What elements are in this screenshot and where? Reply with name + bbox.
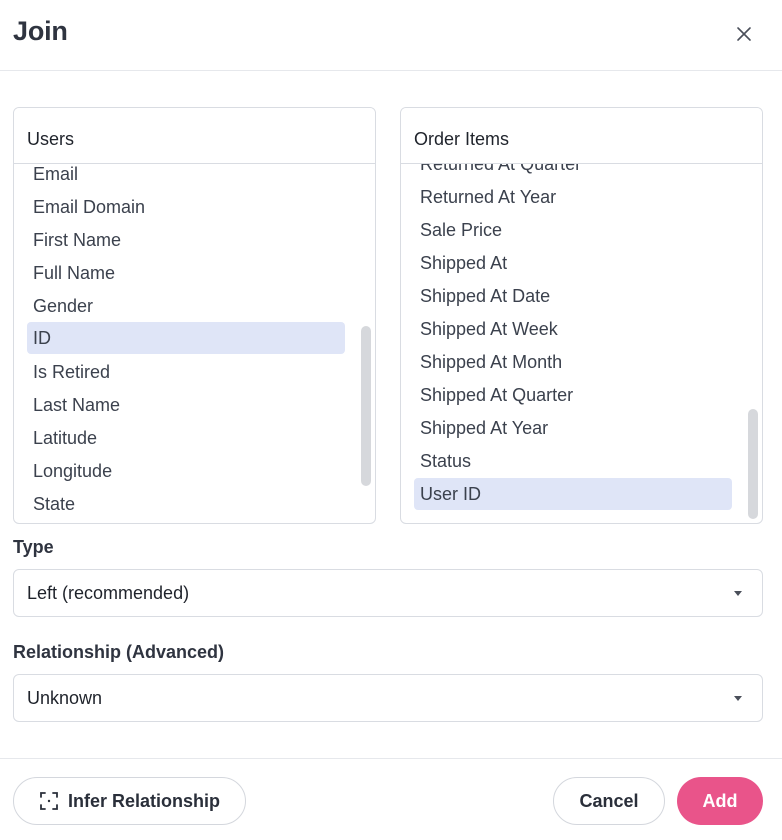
caret-down-icon [734,696,742,701]
left-table-title: Users [27,129,75,149]
field-item-is-retired[interactable]: Is Retired [27,356,345,388]
close-icon[interactable] [732,22,756,46]
field-item-shipped-at[interactable]: Shipped At [414,247,732,279]
dialog-title: Join [13,16,68,46]
infer-relationship-label: Infer Relationship [67,790,220,811]
right-field-list[interactable]: Returned At Quarter Returned At Year Sal… [401,164,762,523]
right-list-scrollbar[interactable] [748,409,758,519]
field-item-first-name[interactable]: First Name [27,224,345,256]
field-item-id[interactable]: ID [27,322,345,354]
field-item-email-domain[interactable]: Email Domain [27,191,345,223]
cancel-button[interactable]: Cancel [553,777,665,825]
field-item-shipped-at-quarter[interactable]: Shipped At Quarter [414,379,732,411]
infer-relationship-button[interactable]: Infer Relationship [13,777,246,825]
field-item-shipped-at-year[interactable]: Shipped At Year [414,412,732,444]
field-item-longitude[interactable]: Longitude [27,455,345,487]
left-table-header: Users [14,108,375,164]
right-table-panel: Order Items Returned At Quarter Returned… [400,107,763,524]
type-select-value: Left (recommended) [27,583,190,603]
field-item-sale-price[interactable]: Sale Price [414,214,732,246]
type-select[interactable]: Left (recommended) [13,569,763,617]
field-item-status[interactable]: Status [414,445,732,477]
field-item-full-name[interactable]: Full Name [27,257,345,289]
field-item-last-name[interactable]: Last Name [27,389,345,421]
relationship-label: Relationship (Advanced) [13,642,225,662]
field-item-gender[interactable]: Gender [27,290,345,322]
field-item-returned-at-year[interactable]: Returned At Year [414,181,732,213]
field-item-email[interactable]: Email [27,164,345,190]
field-item-user-id[interactable]: User ID [414,478,732,510]
field-item-latitude[interactable]: Latitude [27,422,345,454]
field-item-state[interactable]: State [27,488,345,520]
add-label: Add [702,790,738,811]
left-field-list[interactable]: Email Email Domain First Name Full Name … [14,164,375,523]
right-table-title: Order Items [414,129,510,149]
dialog-header: Join [0,0,782,71]
field-item-shipped-at-month[interactable]: Shipped At Month [414,346,732,378]
right-table-header: Order Items [401,108,762,164]
focus-frame-icon [39,791,59,811]
field-item-returned-at-quarter[interactable]: Returned At Quarter [414,164,732,180]
relationship-select-value: Unknown [27,688,103,708]
cancel-label: Cancel [579,790,639,811]
field-item-shipped-at-date[interactable]: Shipped At Date [414,280,732,312]
add-button[interactable]: Add [677,777,763,825]
type-label: Type [13,537,54,557]
left-table-panel: Users Email Email Domain First Name Full… [13,107,376,524]
left-list-scrollbar[interactable] [361,326,371,486]
relationship-select[interactable]: Unknown [13,674,763,722]
caret-down-icon [734,591,742,596]
field-item-shipped-at-week[interactable]: Shipped At Week [414,313,732,345]
